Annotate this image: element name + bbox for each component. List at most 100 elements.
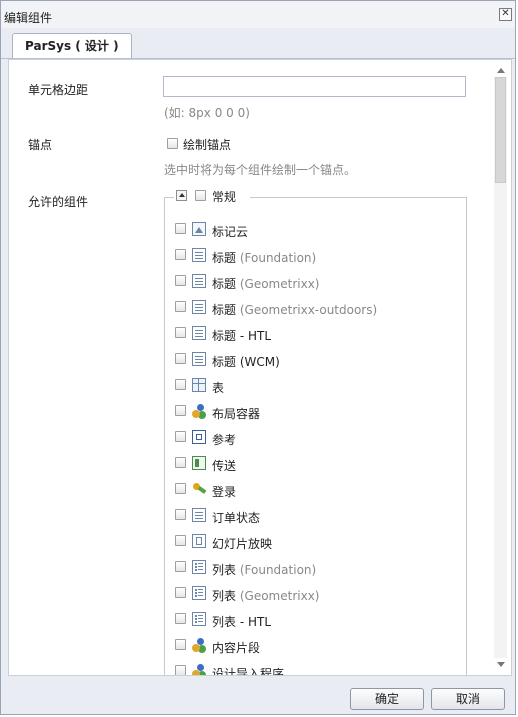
document-icon [192,508,206,522]
component-name: 列表 - HTL [212,615,271,629]
component-checkbox[interactable] [175,223,186,234]
collapse-group-icon[interactable] [176,190,187,201]
send-icon [192,456,206,470]
component-label: 列表 (Foundation) [212,561,316,578]
component-label: 订单状态 [212,509,260,526]
component-checkbox[interactable] [175,431,186,442]
component-checkbox[interactable] [175,249,186,260]
component-checkbox[interactable] [175,587,186,598]
component-checkbox[interactable] [175,301,186,312]
list-icon [192,612,206,626]
document-icon [192,300,206,314]
component-checkbox[interactable] [175,405,186,416]
component-label: 列表 - HTL [212,613,271,630]
component-people-icon [192,664,206,675]
component-name: 列表 [212,589,237,603]
component-name: 订单状态 [212,511,261,525]
component-name: 标题 - HTL [212,329,271,343]
component-label: 标题 (Geometrixx) [212,275,319,292]
edit-component-dialog: 编辑组件 ✕ ParSys ( 设计 ) 单元格边距 (如: 8px 0 0 0… [0,0,516,715]
component-checkbox[interactable] [175,639,186,650]
component-variant: (Geometrixx-outdoors) [239,303,378,317]
image-icon [192,222,206,236]
scroll-thumb[interactable] [495,77,506,183]
component-checkbox[interactable] [175,613,186,624]
component-checkbox[interactable] [175,353,186,364]
component-label: 传送 [212,457,236,474]
document-icon [192,274,206,288]
panel-scrollbar[interactable] [493,63,508,672]
component-checkbox[interactable] [175,665,186,675]
anchor-hint: 选中时将为每个组件绘制一个锚点。 [164,163,357,177]
component-label: 参考 [212,431,236,448]
component-people-icon [192,638,206,652]
component-name: 传送 [212,459,237,473]
component-checkbox[interactable] [175,561,186,572]
list-icon [192,560,206,574]
general-group-fieldset [164,197,467,675]
component-checkbox[interactable] [175,535,186,546]
tab-parsys-design[interactable]: ParSys ( 设计 ) [12,33,132,58]
cell-padding-input[interactable] [163,76,466,97]
anchor-label: 锚点 [28,138,53,152]
scroll-down-icon[interactable] [497,662,505,667]
cancel-button[interactable]: 取消 [431,688,505,710]
component-name: 标记云 [212,225,249,239]
group-general-label: 常规 [212,190,237,204]
component-label: 表 [212,379,224,396]
component-name: 标题 [212,303,237,317]
component-checkbox[interactable] [175,379,186,390]
component-name: 幻灯片放映 [212,537,273,551]
scroll-up-icon[interactable] [497,68,505,73]
draw-anchor-label: 绘制锚点 [183,138,232,152]
component-label: 标记云 [212,223,248,240]
component-label: 标题 - HTL [212,327,271,344]
draw-anchor-checkbox[interactable] [167,138,178,149]
component-variant: (Geometrixx) [239,589,320,603]
component-variant: (Foundation) [239,563,317,577]
component-name: 标题 [212,277,237,291]
component-label: 登录 [212,483,236,500]
component-name: 表 [212,381,225,395]
component-variant: (Geometrixx) [239,277,320,291]
component-label: 标题 (Foundation) [212,249,316,266]
component-label: 标题 (Geometrixx-outdoors) [212,301,377,318]
cell-padding-label: 单元格边距 [28,83,89,97]
component-label: 布局容器 [212,405,260,422]
cell-padding-hint: (如: 8px 0 0 0) [164,106,250,120]
component-variant: (Foundation) [239,251,317,265]
close-icon[interactable]: ✕ [499,8,512,21]
component-name: 内容片段 [212,641,261,655]
allowed-components-label: 允许的组件 [28,195,89,209]
component-name: 布局容器 [212,407,261,421]
dialog-footer: 确定 取消 [1,679,515,715]
component-label: 标题 (WCM) [212,353,280,370]
document-icon [192,248,206,262]
component-checkbox[interactable] [175,509,186,520]
component-checkbox[interactable] [175,483,186,494]
component-label: 设计导入程序 [212,665,285,676]
document-icon [192,326,206,340]
component-checkbox[interactable] [175,457,186,468]
login-key-icon [192,482,206,496]
component-name: 标题 (WCM) [212,355,280,369]
component-checkbox[interactable] [175,275,186,286]
dialog-titlebar[interactable]: 编辑组件 ✕ [1,1,515,28]
component-checkbox[interactable] [175,327,186,338]
dialog-title: 编辑组件 [4,11,53,25]
list-icon [192,586,206,600]
group-general-checkbox[interactable] [195,190,206,201]
component-people-icon [192,404,206,418]
component-name: 设计导入程序 [212,667,285,676]
slideshow-icon [192,534,206,548]
component-label: 列表 (Geometrixx) [212,587,319,604]
component-name: 标题 [212,251,237,265]
ok-button[interactable]: 确定 [350,688,424,710]
component-label: 幻灯片放映 [212,535,272,552]
component-label: 内容片段 [212,639,260,656]
component-name: 列表 [212,563,237,577]
reference-icon [192,430,206,444]
document-icon [192,352,206,366]
tab-strip: ParSys ( 设计 ) [1,28,515,59]
scroll-track[interactable] [494,77,507,658]
